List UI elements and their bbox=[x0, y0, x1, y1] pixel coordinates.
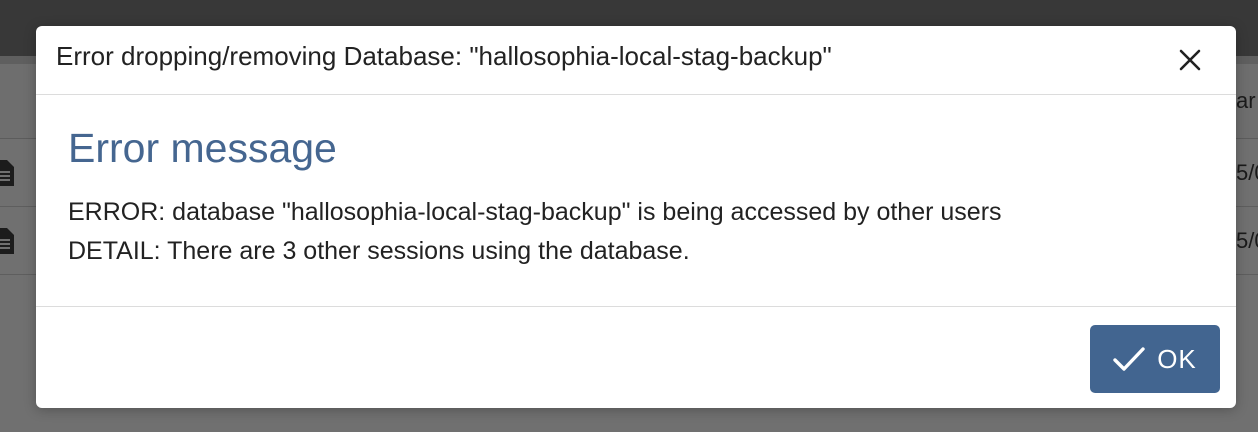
error-dialog: Error dropping/removing Database: "hallo… bbox=[36, 26, 1236, 408]
close-icon bbox=[1179, 49, 1201, 71]
background-row-text: 5/0 bbox=[1236, 228, 1258, 253]
dialog-body: Error message ERROR: database "hallosoph… bbox=[36, 95, 1236, 307]
check-icon bbox=[1113, 347, 1145, 371]
background-row-text: 5/0 bbox=[1236, 160, 1258, 185]
document-icon bbox=[0, 228, 14, 254]
error-line: ERROR: database "hallosophia-local-stag-… bbox=[68, 198, 1002, 226]
document-icon bbox=[0, 160, 14, 186]
ok-button-label: OK bbox=[1157, 343, 1197, 374]
close-button[interactable] bbox=[1174, 44, 1206, 76]
error-detail-line: DETAIL: There are 3 other sessions using… bbox=[68, 237, 690, 265]
ok-button[interactable]: OK bbox=[1090, 325, 1220, 393]
dialog-title: Error dropping/removing Database: "hallo… bbox=[56, 41, 832, 71]
error-heading: Error message bbox=[68, 125, 337, 171]
dialog-footer: OK bbox=[36, 306, 1236, 408]
background-header-text: ar bbox=[1236, 88, 1256, 113]
dialog-header: Error dropping/removing Database: "hallo… bbox=[36, 26, 1236, 95]
